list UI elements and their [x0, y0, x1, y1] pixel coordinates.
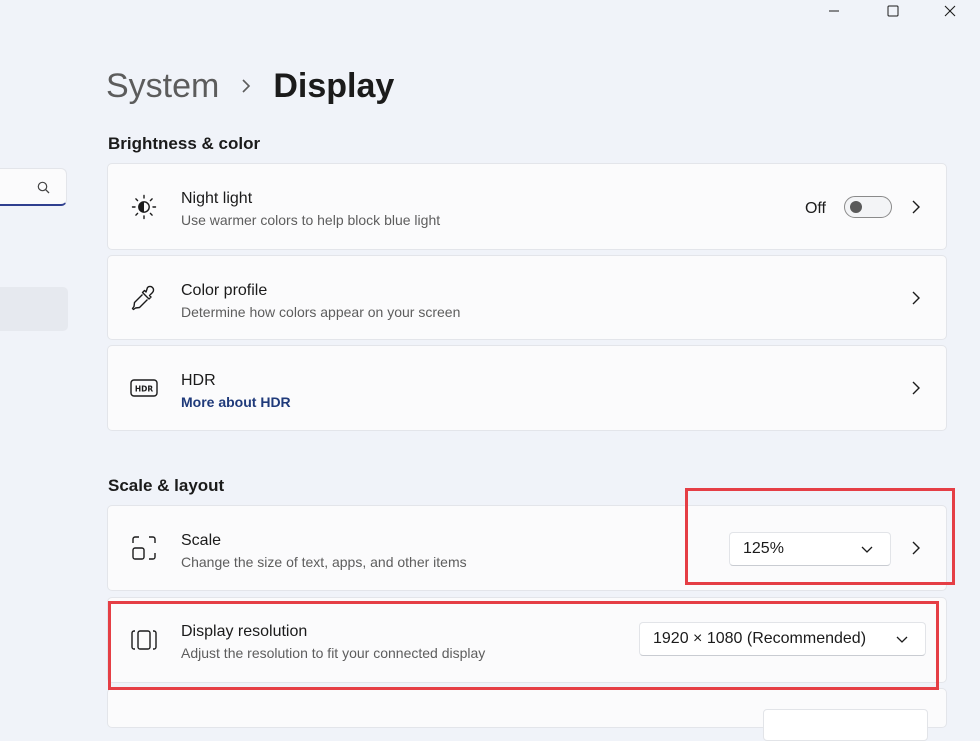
maximize-icon — [887, 5, 899, 17]
night-light-state-label: Off — [804, 200, 826, 217]
minimize-icon — [829, 10, 839, 12]
hdr-title: HDR — [181, 372, 216, 389]
search-input[interactable] — [0, 168, 67, 206]
display-resolution-row[interactable]: Display resolution Adjust the resolution… — [107, 597, 947, 683]
sidebar-item-selected[interactable] — [0, 287, 68, 331]
section-title-scale-layout: Scale & layout — [108, 476, 225, 495]
page-title: Display — [273, 66, 395, 105]
chevron-right-icon[interactable] — [908, 540, 924, 556]
display-resolution-value: 1920 × 1080 (Recommended) — [653, 630, 867, 647]
next-setting-row[interactable] — [107, 688, 947, 741]
chevron-right-icon[interactable] — [908, 199, 924, 215]
hdr-row[interactable]: HDR HDR More about HDR — [107, 345, 947, 431]
svg-text:HDR: HDR — [135, 385, 154, 394]
more-about-hdr-link[interactable]: More about HDR — [181, 394, 291, 410]
chevron-right-icon — [241, 79, 251, 93]
scale-icon — [130, 534, 158, 562]
section-title-brightness-color: Brightness & color — [108, 134, 261, 153]
scale-value: 125% — [743, 540, 784, 557]
scale-description: Change the size of text, apps, and other… — [181, 554, 467, 570]
resolution-icon — [130, 626, 158, 654]
night-light-row[interactable]: Night light Use warmer colors to help bl… — [107, 163, 947, 250]
night-light-icon — [130, 193, 158, 221]
hdr-icon: HDR — [130, 374, 158, 402]
breadcrumb: System Display — [106, 64, 394, 108]
display-resolution-description: Adjust the resolution to fit your connec… — [181, 645, 486, 661]
chevron-down-icon — [895, 633, 909, 647]
color-profile-title: Color profile — [181, 282, 268, 299]
display-resolution-dropdown[interactable]: 1920 × 1080 (Recommended) — [639, 622, 926, 656]
chevron-right-icon[interactable] — [908, 380, 924, 396]
display-resolution-title: Display resolution — [181, 623, 308, 640]
close-icon — [944, 5, 956, 17]
minimize-button[interactable] — [811, 0, 857, 22]
next-setting-dropdown[interactable] — [763, 709, 928, 741]
scale-dropdown[interactable]: 125% — [729, 532, 891, 566]
scale-row[interactable]: Scale Change the size of text, apps, and… — [107, 505, 947, 591]
chevron-right-icon[interactable] — [908, 290, 924, 306]
search-icon[interactable] — [37, 181, 50, 199]
breadcrumb-system[interactable]: System — [106, 67, 219, 106]
maximize-button[interactable] — [870, 0, 916, 22]
scale-title: Scale — [181, 532, 222, 549]
night-light-title: Night light — [181, 190, 253, 207]
chevron-down-icon — [860, 543, 874, 557]
eyedropper-icon — [130, 284, 158, 312]
night-light-description: Use warmer colors to help block blue lig… — [181, 212, 441, 228]
close-button[interactable] — [927, 0, 973, 22]
color-profile-row[interactable]: Color profile Determine how colors appea… — [107, 255, 947, 340]
color-profile-description: Determine how colors appear on your scre… — [181, 304, 461, 320]
night-light-toggle[interactable] — [844, 196, 892, 218]
